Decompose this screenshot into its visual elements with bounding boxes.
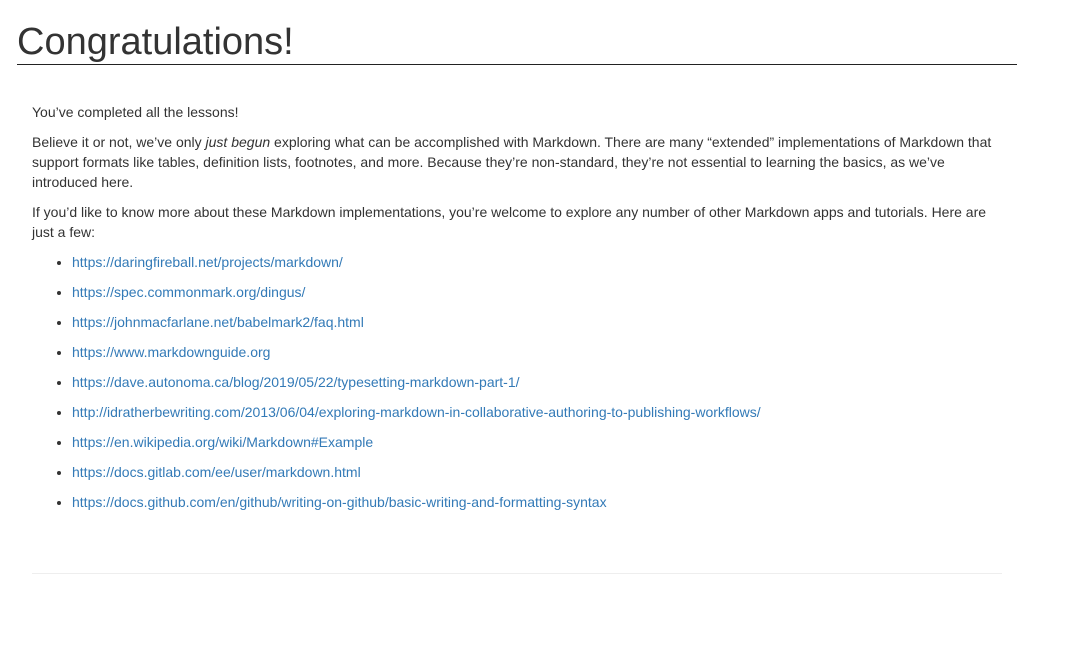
list-item: https://spec.commonmark.org/dingus/: [72, 282, 1002, 302]
completed-message: You’ve completed all the lessons!: [32, 104, 239, 120]
link-gitlab-markdown[interactable]: https://docs.gitlab.com/ee/user/markdown…: [72, 464, 361, 480]
explore-paragraph: If you’d like to know more about these M…: [32, 204, 987, 240]
lesson-content: You’ve completed all the lessons! Believ…: [32, 102, 1002, 522]
footer-divider: [32, 573, 1002, 574]
link-github-formatting[interactable]: https://docs.github.com/en/github/writin…: [72, 494, 607, 510]
list-item: https://dave.autonoma.ca/blog/2019/05/22…: [72, 372, 1002, 392]
link-babelmark[interactable]: https://johnmacfarlane.net/babelmark2/fa…: [72, 314, 364, 330]
link-commonmark-dingus[interactable]: https://spec.commonmark.org/dingus/: [72, 284, 305, 300]
list-item: https://en.wikipedia.org/wiki/Markdown#E…: [72, 432, 1002, 452]
link-daringfireball[interactable]: https://daringfireball.net/projects/mark…: [72, 254, 343, 270]
list-item: https://johnmacfarlane.net/babelmark2/fa…: [72, 312, 1002, 332]
markdown-intro-paragraph: Believe it or not, we’ve only just begun…: [32, 132, 1002, 192]
list-item: https://docs.github.com/en/github/writin…: [72, 492, 1002, 512]
resource-links-list: https://daringfireball.net/projects/mark…: [32, 252, 1002, 512]
list-item: https://daringfireball.net/projects/mark…: [72, 252, 1002, 272]
list-item: https://docs.gitlab.com/ee/user/markdown…: [72, 462, 1002, 482]
link-wikipedia-markdown[interactable]: https://en.wikipedia.org/wiki/Markdown#E…: [72, 434, 373, 450]
emphasis-text: just begun: [205, 134, 271, 150]
link-markdownguide[interactable]: https://www.markdownguide.org: [72, 344, 270, 360]
page-title: Congratulations!: [17, 20, 1017, 65]
link-idratherbewriting[interactable]: http://idratherbewriting.com/2013/06/04/…: [72, 404, 761, 420]
paragraph-text-start: Believe it or not, we’ve only: [32, 134, 206, 150]
link-autonoma-blog[interactable]: https://dave.autonoma.ca/blog/2019/05/22…: [72, 374, 520, 390]
list-item: http://idratherbewriting.com/2013/06/04/…: [72, 402, 1002, 422]
list-item: https://www.markdownguide.org: [72, 342, 1002, 362]
